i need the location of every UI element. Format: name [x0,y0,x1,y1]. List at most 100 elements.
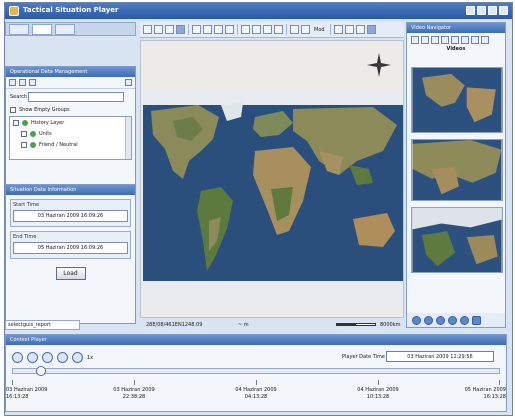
layer-label: Units [39,130,52,137]
rewind-button[interactable] [12,352,23,363]
fast-forward-button[interactable] [72,352,83,363]
layer-checkbox[interactable] [21,130,27,137]
map-view[interactable] [140,40,404,318]
layer-checkbox[interactable] [21,141,27,148]
zoom-icon[interactable] [472,315,481,325]
tick-mark [12,380,13,385]
compass-rose-icon [367,53,391,77]
play-icon[interactable] [436,315,445,325]
camera-icon[interactable] [431,36,439,44]
remove-layer-icon[interactable] [19,79,26,86]
grid-icon[interactable] [290,25,299,34]
zoom-box-icon[interactable] [214,25,223,34]
layer-checkbox[interactable] [13,119,19,126]
minimize-button[interactable] [477,6,486,15]
timeline-slider[interactable] [12,368,500,374]
tick-time: 22:38:28 [122,394,146,400]
print-icon[interactable] [165,25,174,34]
play-button[interactable] [27,352,38,363]
search-label: Search [10,94,28,100]
pause-button[interactable] [57,352,68,363]
settings-icon[interactable] [333,25,343,34]
settings-icon[interactable] [461,36,469,44]
show-empty-groups-label: Show Empty Groups [19,107,70,113]
video-icon[interactable] [421,36,429,44]
tree-toolbar [6,77,135,89]
tick-mark [378,380,379,385]
end-time-box: End Time 05 Haziran 2009 16:09:26 [10,231,131,259]
start-time-label: Start Time [13,202,40,208]
tree-item-friend-neutral[interactable]: Friend / Neutral [10,139,131,150]
globe-icon[interactable] [366,25,376,34]
measure-icon[interactable] [241,25,250,34]
export-icon[interactable] [344,25,354,34]
zoom-extent-icon[interactable] [225,25,234,34]
zoom-in-icon[interactable] [192,25,201,34]
info-icon[interactable] [481,36,489,44]
show-empty-groups-row[interactable]: Show Empty Groups [6,104,135,116]
layer-tree: History Layer Units Friend / Neutral [9,116,132,160]
folder-icon[interactable] [411,36,419,44]
select-icon[interactable] [263,25,272,34]
toolbar-separator [329,24,331,35]
mode-icon[interactable] [301,25,310,34]
situation-info-heading: Situation Data Information [6,185,135,195]
show-empty-groups-checkbox[interactable] [10,107,16,113]
first-icon[interactable] [412,315,421,325]
last-icon[interactable] [460,315,469,325]
grid-view-icon[interactable] [451,36,459,44]
tab-layers[interactable] [9,24,29,35]
refresh-icon[interactable] [125,79,132,86]
title-bar: Tactical Situation Player [5,3,512,19]
context-player-heading: Context Player [6,335,506,345]
video-thumbnail[interactable] [411,67,503,133]
tab-settings[interactable] [55,24,75,35]
pan-icon[interactable] [176,25,185,34]
layer-label: History Layer [31,119,65,126]
maximize-button[interactable] [488,6,497,15]
close-button[interactable] [499,6,508,15]
tick-label: 04 Haziran 2009 04:13:28 [226,387,286,401]
layer-icon [30,141,36,148]
data-management-panel: Operational Data Management Search Show … [5,66,136,200]
draw-icon[interactable] [252,25,261,34]
video-thumbnail[interactable] [411,139,503,201]
player-time-label: Player Date Time [342,354,385,360]
layers-icon[interactable] [274,25,283,34]
help-icon[interactable] [466,6,475,15]
layer-icon [30,130,36,137]
start-time-box: Start Time 03 Haziran 2009 16:09:26 [10,199,131,227]
tree-item-units[interactable]: Units [10,128,131,139]
zoom-out-icon[interactable] [203,25,212,34]
start-time-field[interactable]: 03 Haziran 2009 16:09:26 [13,210,128,222]
stop-button[interactable] [42,352,53,363]
playback-speed: 1x [87,354,94,361]
window-controls [466,6,508,15]
tree-scrollbar[interactable] [125,117,131,159]
app-icon [9,6,19,16]
end-time-field[interactable]: 05 Haziran 2009 16:09:26 [13,242,128,254]
prev-icon[interactable] [424,315,433,325]
tick-label: 05 Haziran 2009 16:13:28 [446,387,506,401]
add-layer-icon[interactable] [9,79,16,86]
end-time-label: End Time [13,234,37,240]
lock-icon[interactable] [355,25,365,34]
search-input[interactable] [28,92,124,102]
mode-dropdown[interactable]: Mod [312,27,327,33]
next-icon[interactable] [448,315,457,325]
save-icon[interactable] [154,25,163,34]
video-navigator-panel: Video Navigator Videos [406,22,506,328]
left-tab-strip [5,22,136,36]
delete-icon[interactable] [471,36,479,44]
edit-layer-icon[interactable] [29,79,36,86]
tab-data[interactable] [32,24,52,35]
layer-label: Friend / Neutral [39,141,78,148]
load-button[interactable]: Load [55,267,86,280]
video-thumbnail[interactable] [411,207,503,273]
open-icon[interactable] [143,25,152,34]
timeline-thumb[interactable] [35,366,46,376]
tick-time: 10:13:28 [366,394,390,400]
tick-date: 04 Haziran 2009 [235,387,277,393]
tree-item-history-layer[interactable]: History Layer [10,117,131,128]
list-icon[interactable] [441,36,449,44]
